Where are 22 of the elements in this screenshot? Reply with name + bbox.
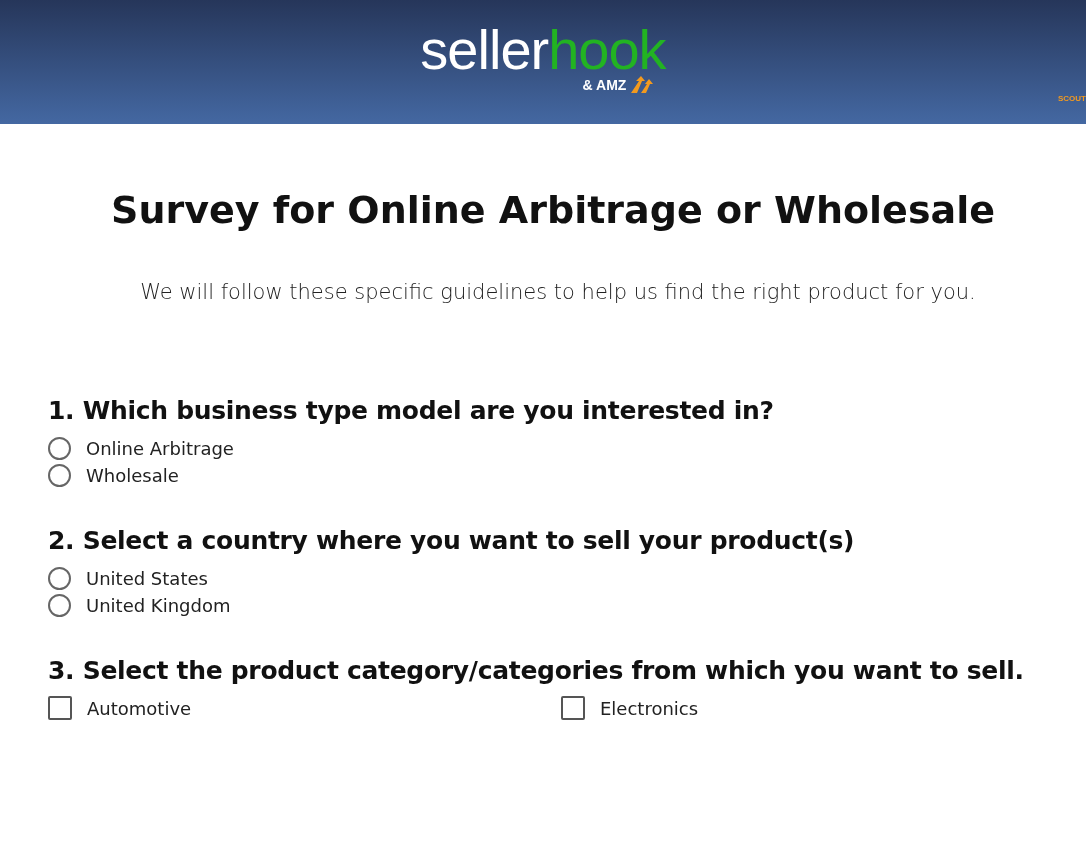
logo-text: hook — [548, 21, 666, 78]
partner-logo-text: & AMZ — [582, 76, 627, 93]
option-label: Wholesale — [86, 464, 179, 486]
arrow-logo-icon — [629, 75, 654, 94]
question-title: 2. Select a country where you want to sell your product(s) — [48, 526, 856, 555]
question-title: 1. Which business type model are you interested in? — [48, 396, 775, 425]
checkbox[interactable] — [561, 696, 585, 720]
radio-button[interactable] — [48, 566, 71, 590]
partner-logo-text: SCOUT — [1058, 93, 1086, 103]
intro-text: We will follow these specific guidelines to help us find the right product for you. — [139, 280, 977, 304]
radio-button[interactable] — [48, 463, 71, 487]
question-title: 3. Select the product category/categories from which you want to sell. — [48, 656, 1025, 685]
option-label: United States — [86, 567, 208, 589]
radio-button[interactable] — [48, 436, 71, 460]
option-label: Online Arbitrage — [86, 437, 234, 459]
radio-button[interactable] — [48, 593, 71, 617]
checkbox[interactable] — [48, 696, 72, 720]
option-label: Electronics — [600, 697, 699, 719]
logo-text: seller — [420, 21, 549, 78]
survey-title: Survey for Online Arbitrage or Wholesale — [110, 188, 996, 232]
option-label: United Kingdom — [86, 594, 231, 616]
option-label: Automotive — [87, 697, 192, 719]
